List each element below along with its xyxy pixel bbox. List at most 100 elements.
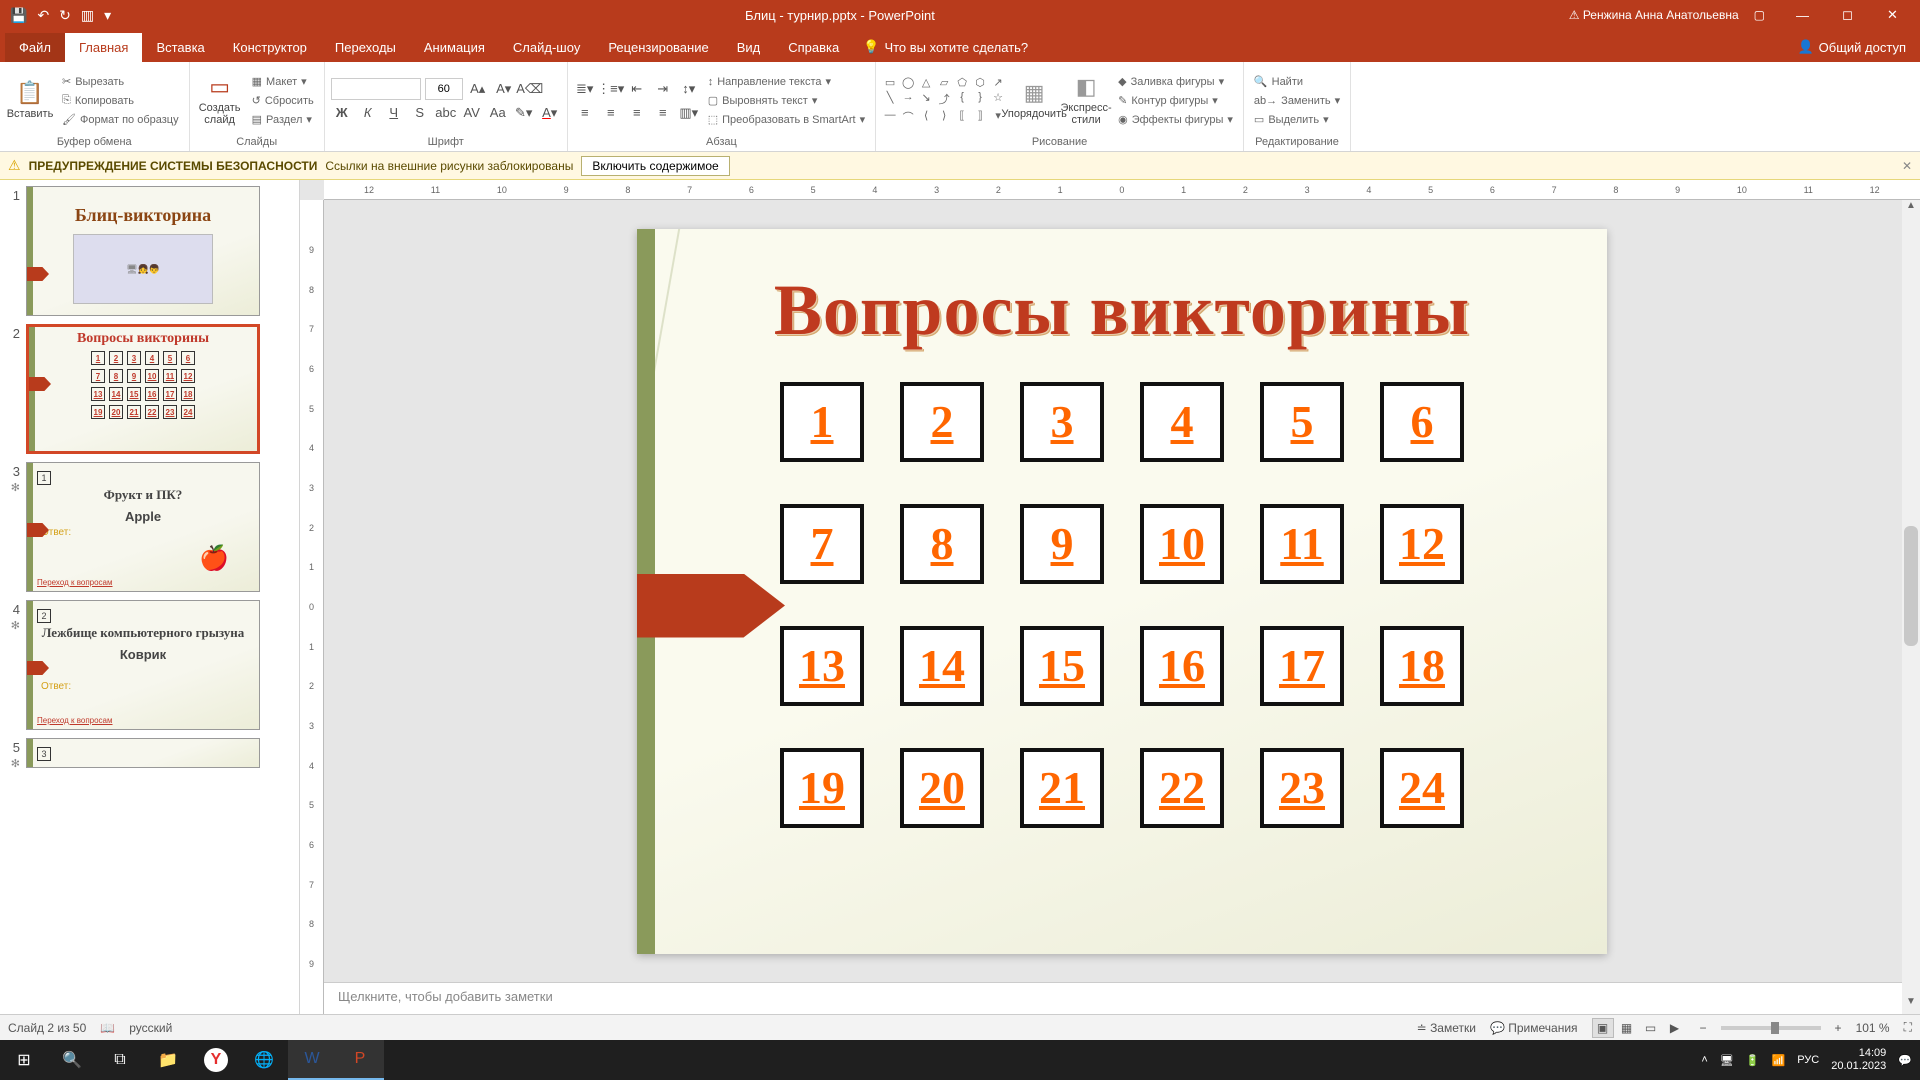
scroll-down-icon[interactable]: ▼ bbox=[1902, 996, 1920, 1014]
shrink-font-icon[interactable]: A▾ bbox=[493, 78, 515, 100]
justify-icon[interactable]: ≡ bbox=[652, 102, 674, 124]
maximize-button[interactable]: ◻ bbox=[1825, 0, 1870, 30]
tab-view[interactable]: Вид bbox=[723, 33, 775, 62]
tab-design[interactable]: Конструктор bbox=[219, 33, 321, 62]
powerpoint-icon[interactable]: P bbox=[336, 1040, 384, 1080]
bullets-icon[interactable]: ≣▾ bbox=[574, 78, 596, 100]
question-box-9[interactable]: 9 bbox=[1020, 504, 1104, 584]
question-box-21[interactable]: 21 bbox=[1020, 748, 1104, 828]
indent-icon[interactable]: ⇥ bbox=[652, 78, 674, 100]
play-icon[interactable]: ▥ bbox=[81, 7, 94, 24]
font-color-icon[interactable]: A▾ bbox=[539, 102, 561, 124]
replace-button[interactable]: ab→ Заменить ▾ bbox=[1250, 92, 1344, 109]
font-size-input[interactable] bbox=[425, 78, 463, 100]
question-box-8[interactable]: 8 bbox=[900, 504, 984, 584]
zoom-in-icon[interactable]: + bbox=[1835, 1021, 1842, 1035]
undo-icon[interactable]: ↶ bbox=[37, 7, 49, 24]
strike-icon[interactable]: S bbox=[409, 102, 431, 124]
edge-icon[interactable]: 🌐 bbox=[240, 1040, 288, 1080]
yandex-icon[interactable]: Y bbox=[204, 1048, 228, 1072]
new-slide-button[interactable]: ▭Создать слайд bbox=[196, 71, 244, 129]
tab-transitions[interactable]: Переходы bbox=[321, 33, 410, 62]
tell-me-search[interactable]: 💡 Что вы хотите сделать? bbox=[853, 32, 1038, 62]
question-box-18[interactable]: 18 bbox=[1380, 626, 1464, 706]
question-box-11[interactable]: 11 bbox=[1260, 504, 1344, 584]
slide-thumbnail-1[interactable]: Блиц-викторина 🖥👧👦 bbox=[26, 186, 260, 316]
slide-counter[interactable]: Слайд 2 из 50 bbox=[8, 1021, 86, 1035]
grow-font-icon[interactable]: A▴ bbox=[467, 78, 489, 100]
shapes-gallery[interactable]: ▭◯△▱⬠⬡↗ ╲→↘⤴{}☆ —⌒⟨⟩⟦⟧▾ bbox=[882, 76, 1006, 125]
line-spacing-icon[interactable]: ↕▾ bbox=[678, 78, 700, 100]
reset-button[interactable]: ↺ Сбросить bbox=[248, 92, 318, 109]
tray-monitor-icon[interactable]: 🖥 bbox=[1720, 1054, 1734, 1067]
tab-animations[interactable]: Анимация bbox=[410, 33, 499, 62]
qat-more-icon[interactable]: ▾ bbox=[104, 7, 111, 24]
question-box-3[interactable]: 3 bbox=[1020, 382, 1104, 462]
tab-slideshow[interactable]: Слайд-шоу bbox=[499, 33, 594, 62]
question-box-12[interactable]: 12 bbox=[1380, 504, 1464, 584]
close-button[interactable]: ✕ bbox=[1870, 0, 1915, 30]
search-icon[interactable]: 🔍 bbox=[48, 1040, 96, 1080]
question-box-23[interactable]: 23 bbox=[1260, 748, 1344, 828]
security-close-icon[interactable]: ✕ bbox=[1902, 159, 1912, 173]
notes-placeholder[interactable]: Щелкните, чтобы добавить заметки bbox=[324, 982, 1920, 1014]
display-options-icon[interactable]: ▢ bbox=[1754, 8, 1765, 22]
cut-button[interactable]: ✂ Вырезать bbox=[58, 73, 183, 90]
italic-icon[interactable]: К bbox=[357, 102, 379, 124]
shadow-icon[interactable]: abc bbox=[435, 102, 457, 124]
case-icon[interactable]: Aa bbox=[487, 102, 509, 124]
reading-view-icon[interactable]: ▭ bbox=[1640, 1018, 1662, 1038]
redo-icon[interactable]: ↻ bbox=[59, 7, 71, 24]
question-box-20[interactable]: 20 bbox=[900, 748, 984, 828]
fit-slide-icon[interactable]: ⛶ bbox=[1904, 1020, 1912, 1035]
copy-button[interactable]: ⎘ Копировать bbox=[58, 92, 183, 109]
slide-thumbnail-4[interactable]: 2 Лежбище компьютерного грызуна Ответ: К… bbox=[26, 600, 260, 730]
underline-icon[interactable]: Ч bbox=[383, 102, 405, 124]
question-box-6[interactable]: 6 bbox=[1380, 382, 1464, 462]
layout-button[interactable]: ▦ Макет ▾ bbox=[248, 73, 318, 90]
slideshow-view-icon[interactable]: ▶ bbox=[1664, 1018, 1686, 1038]
question-box-2[interactable]: 2 bbox=[900, 382, 984, 462]
spellcheck-icon[interactable]: 📖 bbox=[100, 1021, 115, 1035]
question-box-15[interactable]: 15 bbox=[1020, 626, 1104, 706]
slide-thumbnail-panel[interactable]: 1 Блиц-викторина 🖥👧👦 2 Вопросы викторины… bbox=[0, 180, 300, 1014]
share-button[interactable]: 👤 Общий доступ bbox=[1783, 32, 1920, 62]
tray-chevron-icon[interactable]: ˄ bbox=[1701, 1054, 1707, 1066]
task-view-icon[interactable]: ⧉ bbox=[96, 1040, 144, 1080]
align-center-icon[interactable]: ≡ bbox=[600, 102, 622, 124]
arrange-button[interactable]: ▦Упорядочить bbox=[1010, 77, 1058, 123]
question-box-10[interactable]: 10 bbox=[1140, 504, 1224, 584]
sorter-view-icon[interactable]: ▦ bbox=[1616, 1018, 1638, 1038]
paste-button[interactable]: 📋Вставить bbox=[6, 77, 54, 123]
shape-outline-button[interactable]: ✎ Контур фигуры ▾ bbox=[1114, 92, 1237, 109]
user-warning[interactable]: ⚠ Ренжина Анна Анатольевна bbox=[1569, 8, 1739, 22]
tray-wifi-icon[interactable]: 📶 bbox=[1772, 1054, 1786, 1067]
quick-styles-button[interactable]: ◧Экспресс-стили bbox=[1062, 71, 1110, 129]
bold-icon[interactable]: Ж bbox=[331, 102, 353, 124]
vertical-ruler[interactable]: 9876543210123456789 bbox=[300, 200, 324, 1014]
align-right-icon[interactable]: ≡ bbox=[626, 102, 648, 124]
question-box-16[interactable]: 16 bbox=[1140, 626, 1224, 706]
tray-battery-icon[interactable]: 🔋 bbox=[1746, 1054, 1760, 1067]
font-name-input[interactable] bbox=[331, 78, 421, 100]
question-box-22[interactable]: 22 bbox=[1140, 748, 1224, 828]
scroll-thumb[interactable] bbox=[1904, 526, 1918, 646]
taskbar-clock[interactable]: 14:09 20.01.2023 bbox=[1831, 1047, 1886, 1073]
align-left-icon[interactable]: ≡ bbox=[574, 102, 596, 124]
find-button[interactable]: 🔍 Найти bbox=[1250, 73, 1344, 90]
outdent-icon[interactable]: ⇤ bbox=[626, 78, 648, 100]
tab-review[interactable]: Рецензирование bbox=[594, 33, 722, 62]
vertical-scrollbar[interactable]: ▲ ▼ bbox=[1902, 200, 1920, 1014]
enable-content-button[interactable]: Включить содержимое bbox=[581, 156, 729, 176]
language-indicator[interactable]: русский bbox=[129, 1021, 172, 1035]
main-slide-canvas[interactable]: Вопросы викторины 1234567891011121314151… bbox=[637, 229, 1607, 954]
start-button[interactable]: ⊞ bbox=[0, 1040, 48, 1080]
comments-toggle[interactable]: 💬 Примечания bbox=[1490, 1021, 1578, 1035]
horizontal-ruler[interactable]: 1211109876543210123456789101112 bbox=[324, 180, 1920, 200]
numbering-icon[interactable]: ⋮≡▾ bbox=[600, 78, 622, 100]
slide-thumbnail-3[interactable]: 1 Фрукт и ПК? Ответ: Apple 🍎 Переход к в… bbox=[26, 462, 260, 592]
columns-icon[interactable]: ▥▾ bbox=[678, 102, 700, 124]
file-explorer-icon[interactable]: 📁 bbox=[144, 1040, 192, 1080]
format-painter-button[interactable]: 🖌 Формат по образцу bbox=[58, 111, 183, 128]
zoom-out-icon[interactable]: − bbox=[1700, 1021, 1707, 1035]
